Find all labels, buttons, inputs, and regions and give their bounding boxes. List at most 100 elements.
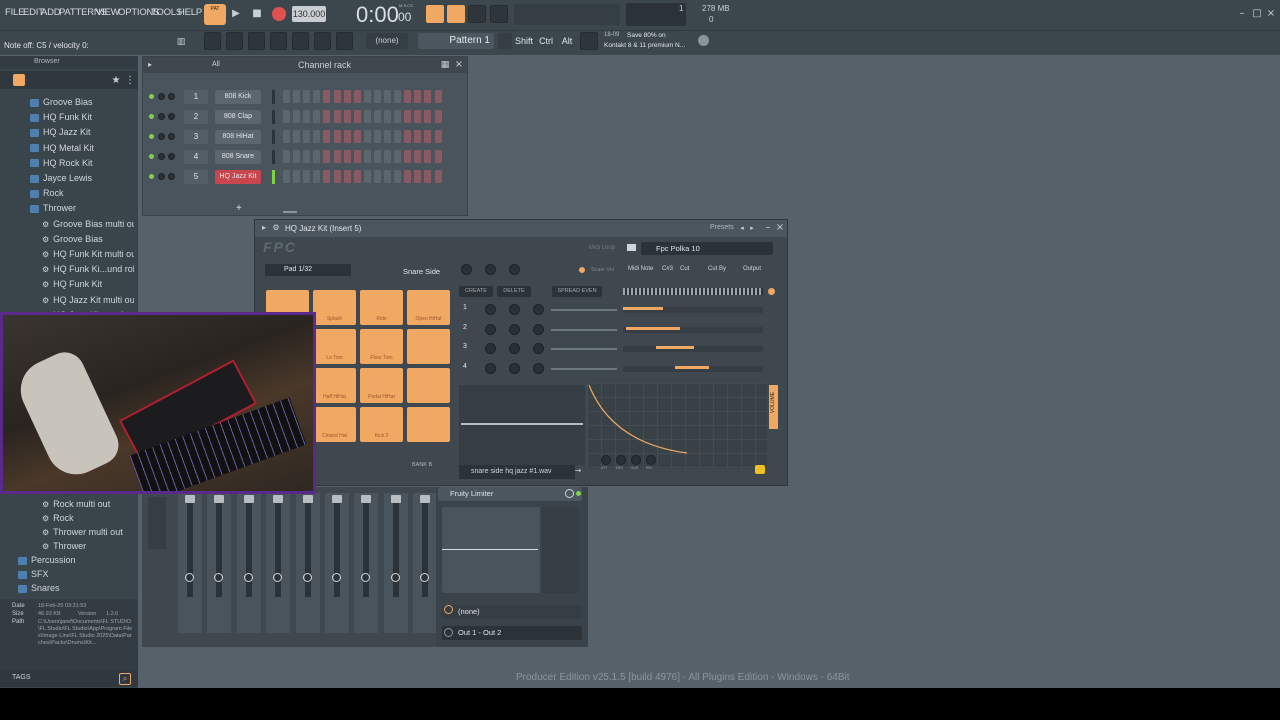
channel-mute-led[interactable] — [149, 134, 154, 139]
drum-pad[interactable]: Ride — [360, 290, 403, 325]
step-button[interactable] — [404, 110, 412, 123]
minimize-icon[interactable]: – — [1236, 6, 1248, 22]
step-button[interactable] — [424, 90, 432, 103]
step-button[interactable] — [373, 150, 381, 163]
step-button[interactable] — [323, 150, 331, 163]
drum-pad[interactable]: Lo Tom — [313, 329, 356, 364]
more-icon[interactable]: ⋮ — [124, 73, 136, 89]
layer-pan-knob[interactable] — [509, 304, 520, 315]
midi-note-value[interactable]: C#3 — [662, 266, 673, 272]
step-button[interactable] — [293, 150, 301, 163]
cut-label[interactable]: Cut — [680, 266, 689, 272]
next-preset-icon[interactable]: ▸ — [748, 220, 756, 236]
step-button[interactable] — [343, 170, 351, 183]
browser-item[interactable]: HQ Rock Kit — [0, 156, 134, 170]
channel-vol-knob[interactable] — [168, 93, 175, 100]
channel-name-button[interactable]: 808 Clap — [215, 110, 261, 124]
step-button[interactable] — [303, 170, 311, 183]
layer-vol-knob[interactable] — [485, 304, 496, 315]
channel-number[interactable]: 3 — [184, 130, 208, 144]
step-button[interactable] — [363, 90, 371, 103]
step-button[interactable] — [313, 110, 321, 123]
step-button[interactable] — [343, 130, 351, 143]
drum-pad[interactable]: Kick 2 — [360, 407, 403, 442]
plugin-picker-button[interactable] — [314, 32, 331, 50]
step-button[interactable] — [404, 150, 412, 163]
step-button[interactable] — [283, 90, 290, 103]
step-button[interactable] — [384, 90, 391, 103]
step-button[interactable] — [414, 150, 422, 163]
alt-key[interactable]: Alt — [558, 33, 576, 49]
layer-number[interactable]: 1 — [463, 304, 467, 311]
menu-view[interactable]: VIEW — [96, 7, 120, 18]
scroll-handle[interactable] — [283, 211, 297, 213]
step-button[interactable] — [333, 110, 341, 123]
layer-number[interactable]: 2 — [463, 324, 467, 331]
step-button[interactable] — [384, 130, 391, 143]
step-button[interactable] — [283, 170, 290, 183]
step-button[interactable] — [283, 130, 290, 143]
playlist-button[interactable] — [204, 32, 221, 50]
channel-mute-led[interactable] — [149, 154, 154, 159]
channel-number[interactable]: 1 — [184, 90, 208, 104]
step-button[interactable] — [414, 170, 422, 183]
step-button[interactable] — [333, 170, 341, 183]
mixer-fader[interactable] — [361, 495, 372, 503]
cut-by-label[interactable]: Cut By — [708, 266, 726, 272]
step-button[interactable] — [353, 170, 361, 183]
channel-select-indicator[interactable] — [272, 130, 275, 144]
channel-filter[interactable]: All — [212, 61, 220, 68]
step-button[interactable] — [313, 90, 321, 103]
search-icon[interactable]: ⌕ — [119, 673, 131, 685]
step-button[interactable] — [424, 170, 432, 183]
sample-load-icon[interactable]: → — [573, 463, 583, 479]
step-button[interactable] — [363, 170, 371, 183]
channel-mute-led[interactable] — [149, 94, 154, 99]
step-button[interactable] — [404, 90, 412, 103]
step-button[interactable] — [323, 110, 331, 123]
record-button[interactable] — [272, 7, 286, 21]
mixer-fader[interactable] — [214, 495, 225, 503]
channel-name-button[interactable]: 808 HiHat — [215, 130, 261, 144]
step-button[interactable] — [373, 110, 381, 123]
browser-item[interactable]: ⚙ Groove Bias — [0, 232, 134, 246]
spread-even-button[interactable]: SPREAD EVEN — [552, 286, 602, 297]
mixer-pan-knob[interactable] — [302, 573, 312, 582]
mixer-fader[interactable] — [273, 495, 284, 503]
browser-item[interactable]: HQ Metal Kit — [0, 141, 134, 155]
browser-item[interactable]: Jayce Lewis — [0, 171, 134, 185]
channel-vol-knob[interactable] — [168, 113, 175, 120]
browser-item[interactable]: ⚙ HQ Funk Kit multi out — [0, 247, 134, 261]
browser-item[interactable]: ⚙ Rock — [0, 511, 134, 525]
step-button[interactable] — [333, 150, 341, 163]
step-button[interactable] — [313, 170, 321, 183]
step-button[interactable] — [293, 170, 301, 183]
channel-pan-knob[interactable] — [158, 133, 165, 140]
channel-rack-button[interactable] — [248, 32, 265, 50]
envelope-knob[interactable] — [646, 455, 656, 465]
wait-input-button[interactable] — [468, 5, 486, 23]
mixer-fader[interactable] — [302, 495, 313, 503]
step-button[interactable] — [353, 150, 361, 163]
scale-vol-led[interactable] — [579, 267, 585, 273]
layer-vol-knob[interactable] — [485, 362, 496, 374]
step-button[interactable] — [373, 170, 381, 183]
ctrl-key[interactable]: Ctrl — [537, 33, 555, 49]
mixer-fader[interactable] — [185, 495, 195, 503]
hint-pin-icon[interactable]: ▥ — [175, 34, 187, 50]
news-line-1[interactable]: Save 80% on — [627, 32, 666, 39]
metronome-button[interactable] — [426, 5, 444, 23]
menu-add[interactable]: ADD — [41, 7, 61, 18]
browser-item[interactable]: Percussion — [0, 553, 134, 567]
layer-pan-knob[interactable] — [509, 362, 520, 374]
layer-vol-knob[interactable] — [485, 343, 496, 354]
step-button[interactable] — [434, 130, 442, 143]
step-button[interactable] — [424, 110, 432, 123]
piano-roll-button[interactable] — [226, 32, 243, 50]
browser-item[interactable]: ⚙ HQ Jazz Kit multi out — [0, 293, 134, 307]
pat-song-toggle[interactable]: PAT — [204, 4, 226, 25]
browser-item[interactable]: Rock — [0, 186, 134, 200]
step-button[interactable] — [353, 110, 361, 123]
step-button[interactable] — [303, 90, 311, 103]
step-button[interactable] — [363, 150, 371, 163]
